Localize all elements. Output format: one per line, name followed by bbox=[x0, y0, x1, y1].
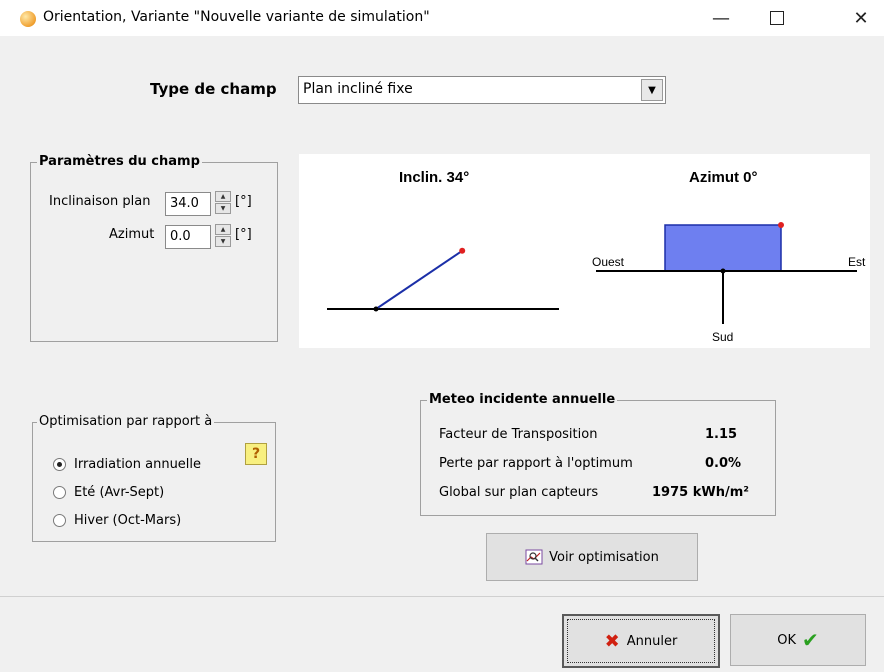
spin-up-icon[interactable]: ▲ bbox=[215, 224, 231, 235]
corner-marker bbox=[778, 222, 784, 228]
tilt-plane-line bbox=[375, 249, 463, 310]
minimize-button[interactable]: — bbox=[698, 0, 744, 36]
azimuth-input[interactable]: 0.0 bbox=[165, 225, 211, 249]
optimisation-group-title: Optimisation par rapport à bbox=[37, 414, 215, 429]
spin-up-icon[interactable]: ▲ bbox=[215, 191, 231, 202]
radio-winter[interactable]: Hiver (Oct-Mars) bbox=[53, 513, 181, 528]
optimisation-group: Optimisation par rapport à ? Irradiation… bbox=[32, 414, 276, 542]
field-type-label: Type de champ bbox=[150, 80, 277, 98]
voir-optimisation-button[interactable]: Voir optimisation bbox=[486, 533, 698, 581]
global-label: Global sur plan capteurs bbox=[439, 485, 599, 500]
loss-label: Perte par rapport à l'optimum bbox=[439, 456, 633, 471]
pivot-marker bbox=[373, 306, 379, 312]
transposition-value: 1.15 bbox=[705, 427, 738, 442]
spin-down-icon[interactable]: ▼ bbox=[215, 236, 231, 247]
transposition-label: Facteur de Transposition bbox=[439, 427, 598, 442]
azimuth-spinner[interactable]: ▲ ▼ bbox=[215, 224, 231, 248]
tilt-value: 34.0 bbox=[170, 196, 199, 211]
help-icon: ? bbox=[251, 446, 261, 462]
voir-optimisation-label: Voir optimisation bbox=[549, 549, 659, 565]
plane-rect bbox=[664, 224, 782, 272]
params-group: Paramètres du champ Inclinaison plan 34.… bbox=[30, 154, 278, 342]
cancel-button[interactable]: ✖ Annuler bbox=[562, 614, 720, 668]
close-button[interactable]: ✕ bbox=[838, 0, 884, 36]
ok-label: OK bbox=[777, 632, 796, 648]
radio-winter-label: Hiver (Oct-Mars) bbox=[74, 513, 182, 528]
azimuth-unit: [°] bbox=[235, 227, 252, 242]
center-marker bbox=[720, 268, 726, 274]
sun-icon bbox=[20, 11, 36, 27]
help-button[interactable]: ? bbox=[245, 443, 267, 465]
window-title: Orientation, Variante "Nouvelle variante… bbox=[43, 9, 430, 25]
global-value: 1975 kWh/m² bbox=[652, 485, 749, 500]
tilt-input[interactable]: 34.0 bbox=[165, 192, 211, 216]
radio-summer[interactable]: Eté (Avr-Sept) bbox=[53, 485, 164, 500]
tilt-label: Inclinaison plan bbox=[49, 194, 151, 209]
west-label: Ouest bbox=[592, 255, 625, 269]
radio-summer-label: Eté (Avr-Sept) bbox=[74, 485, 165, 500]
ok-button[interactable]: OK ✔ bbox=[730, 614, 866, 666]
field-type-select[interactable]: Plan incliné fixe ▼ bbox=[298, 76, 666, 104]
tilt-spinner[interactable]: ▲ ▼ bbox=[215, 191, 231, 215]
azimuth-title: Azimut 0° bbox=[689, 169, 758, 186]
tilt-tip-marker bbox=[459, 247, 466, 254]
title-bar: Orientation, Variante "Nouvelle variante… bbox=[0, 0, 884, 36]
tilt-unit: [°] bbox=[235, 194, 252, 209]
params-group-title: Paramètres du champ bbox=[37, 154, 202, 169]
dropdown-arrow-icon[interactable]: ▼ bbox=[641, 79, 663, 101]
tilt-title: Inclin. 34° bbox=[399, 169, 469, 186]
meteo-group: Meteo incidente annuelle Facteur de Tran… bbox=[420, 392, 776, 516]
maximize-icon bbox=[770, 11, 784, 25]
radio-icon[interactable] bbox=[53, 458, 66, 471]
azimuth-value: 0.0 bbox=[170, 229, 191, 244]
orientation-svg: Inclin. 34° Azimut 0° Ouest Est Sud bbox=[327, 169, 866, 344]
meteo-group-title: Meteo incidente annuelle bbox=[427, 392, 618, 407]
radio-icon[interactable] bbox=[53, 486, 66, 499]
radio-icon[interactable] bbox=[53, 514, 66, 527]
maximize-button[interactable] bbox=[754, 0, 800, 36]
azimuth-label: Azimut bbox=[109, 227, 155, 242]
loss-value: 0.0% bbox=[705, 456, 742, 471]
east-label: Est bbox=[848, 255, 866, 269]
orientation-diagram: Inclin. 34° Azimut 0° Ouest Est Sud bbox=[299, 154, 870, 348]
focus-ring bbox=[567, 619, 715, 663]
chart-magnifier-icon bbox=[525, 549, 543, 565]
radio-annual[interactable]: Irradiation annuelle bbox=[53, 457, 201, 472]
south-label: Sud bbox=[712, 330, 733, 344]
field-type-value: Plan incliné fixe bbox=[303, 81, 413, 97]
check-icon: ✔ bbox=[802, 628, 819, 652]
radio-annual-label: Irradiation annuelle bbox=[74, 457, 202, 472]
footer-separator bbox=[0, 596, 884, 597]
spin-down-icon[interactable]: ▼ bbox=[215, 203, 231, 214]
